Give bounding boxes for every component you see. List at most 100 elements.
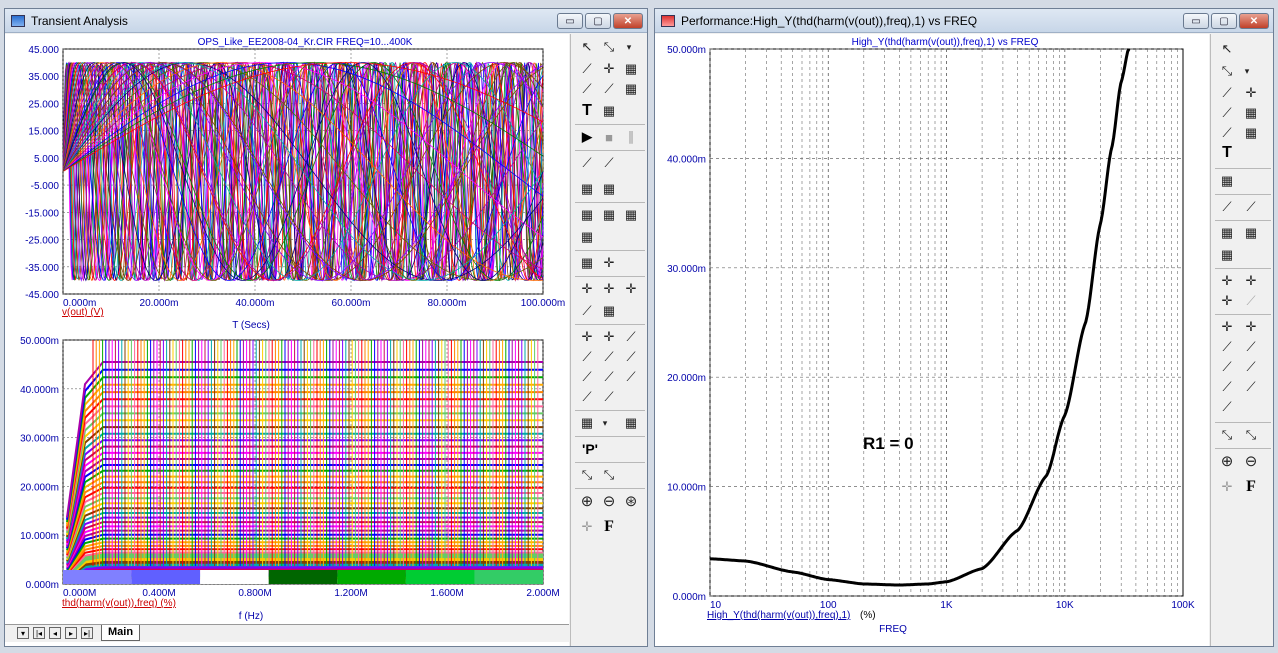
cursor-icon-3[interactable]: ✛ — [1217, 292, 1237, 310]
cursor-icon[interactable]: ✛ — [1217, 272, 1237, 290]
close-button[interactable]: ✕ — [1239, 13, 1269, 29]
cursor-icon-2[interactable]: ✛ — [1241, 272, 1261, 290]
valley-icon[interactable]: ⟋ — [577, 348, 597, 366]
stop-icon[interactable]: ■ — [599, 128, 619, 146]
valley-icon-3[interactable]: ⟋ — [621, 348, 641, 366]
trace-icon-2[interactable]: ✛ — [1241, 84, 1261, 102]
chevron-down-icon[interactable]: ▾ — [1237, 62, 1257, 80]
high-low-icon-2[interactable]: ⟋ — [599, 388, 619, 406]
zoom-fit-icon[interactable]: ⊛ — [621, 492, 641, 510]
hgrid-icon[interactable]: ▦ — [1241, 224, 1261, 242]
x-scale-icon[interactable]: ⤡ — [577, 466, 597, 484]
tab-nav-menu[interactable]: ▾ — [17, 627, 29, 639]
performance-plot[interactable]: High_Y(thd(harm(v(out)),freq),1) vs FREQ… — [655, 34, 1209, 646]
transient-title-bar[interactable]: Transient Analysis ▭ ▢ ✕ — [5, 9, 647, 33]
bottom-trace-label[interactable]: thd(harm(v(out)),freq) (%) — [62, 598, 176, 609]
table-icon[interactable]: ▦ — [621, 414, 641, 432]
zoom-in-icon[interactable]: ⊕ — [1217, 452, 1237, 470]
grid-fine-icon[interactable]: ▦ — [599, 180, 619, 198]
chevron-down-icon[interactable]: ▾ — [619, 38, 639, 56]
cursor-icon[interactable]: ✛ — [577, 280, 597, 298]
line-icon[interactable]: ⟋ — [577, 154, 597, 172]
vgrid-icon[interactable]: ▦ — [577, 206, 597, 224]
trace-icon[interactable]: ⟋ — [1217, 84, 1237, 102]
text-tool-icon[interactable]: T — [1217, 144, 1237, 162]
transient-plots[interactable]: OPS_Like_EE2008-04_Kr.CIR FREQ=10...400K… — [5, 34, 569, 624]
chevron-down-icon[interactable]: ▾ — [595, 414, 615, 432]
peak-icon-3[interactable]: ⟋ — [621, 328, 641, 346]
step-icon[interactable]: ⟋ — [577, 80, 597, 98]
performance-trace-label[interactable]: High_Y(thd(harm(v(out)),freq),1) — [707, 610, 850, 621]
slope-icon[interactable]: ⟋ — [577, 368, 597, 386]
waveform-icon-2[interactable]: ▦ — [599, 302, 619, 320]
line-icon[interactable]: ⟋ — [1217, 198, 1237, 216]
font-icon[interactable]: F — [1241, 478, 1261, 496]
performance-annotation[interactable]: R1 = 0 — [863, 434, 914, 453]
x-scale-icon[interactable]: ⤡ — [1217, 426, 1237, 444]
step-icon-3[interactable]: ⟋ — [1217, 124, 1237, 142]
step-icon-2[interactable]: ▦ — [1241, 104, 1261, 122]
line-points-icon[interactable]: ⟋ — [599, 154, 619, 172]
select-arrow-icon[interactable]: ↖ — [577, 38, 597, 56]
dotgrid-icon[interactable]: ▦ — [1217, 246, 1237, 264]
dotgrid-icon[interactable]: ▦ — [621, 206, 641, 224]
zoom-in-icon[interactable]: ⊕ — [577, 492, 597, 510]
peak-icon-2[interactable]: ✛ — [599, 328, 619, 346]
waveform-icon[interactable]: ⟋ — [1241, 292, 1261, 310]
tab-nav-last[interactable]: ▸| — [81, 627, 93, 639]
y-scale-icon[interactable]: ⤡ — [1241, 426, 1261, 444]
close-button[interactable]: ✕ — [613, 13, 643, 29]
peak-icon[interactable]: ✛ — [577, 328, 597, 346]
step-icon-3[interactable]: ▦ — [621, 80, 641, 98]
cursor-icon-2[interactable]: ✛ — [599, 280, 619, 298]
tracker-icon[interactable]: ✛ — [599, 254, 619, 272]
color-wheel-icon[interactable]: ✛ — [1217, 478, 1237, 496]
text-tool-icon[interactable]: T — [577, 102, 597, 120]
properties-icon[interactable]: ▦ — [1217, 172, 1237, 190]
vgrid-icon[interactable]: ▦ — [1217, 224, 1237, 242]
tab-main[interactable]: Main — [101, 625, 141, 641]
trace-icon-3[interactable]: ▦ — [621, 60, 641, 78]
maximize-button[interactable]: ▢ — [1211, 13, 1237, 29]
axis-icon[interactable]: ▦ — [577, 254, 597, 272]
cube-icon[interactable]: ▦ — [577, 414, 597, 432]
slope-icon[interactable]: ⟋ — [1217, 358, 1237, 376]
high-low-icon-2[interactable]: ⟋ — [1241, 378, 1261, 396]
zoom-out-icon[interactable]: ⊖ — [599, 492, 619, 510]
cursor-icon-3[interactable]: ✛ — [621, 280, 641, 298]
font-icon[interactable]: F — [599, 518, 619, 536]
zoom-out-icon[interactable]: ⊖ — [1241, 452, 1261, 470]
grid-icon[interactable]: ▦ — [577, 180, 597, 198]
trace-icon[interactable]: ⟋ — [577, 60, 597, 78]
waveform-icon[interactable]: ⟋ — [577, 302, 597, 320]
run-icon[interactable]: ▶ — [577, 128, 597, 146]
minimize-button[interactable]: ▭ — [1183, 13, 1209, 29]
step-icon[interactable]: ⟋ — [1217, 104, 1237, 122]
hgrid-icon[interactable]: ▦ — [599, 206, 619, 224]
tab-nav-first[interactable]: |◂ — [33, 627, 45, 639]
slope-icon-2[interactable]: ⟋ — [1241, 358, 1261, 376]
scale-icon[interactable]: ⤡ — [1217, 62, 1237, 80]
y-scale-icon[interactable]: ⤡ — [599, 466, 619, 484]
tab-nav-next[interactable]: ▸ — [65, 627, 77, 639]
tab-nav-prev[interactable]: ◂ — [49, 627, 61, 639]
slope-icon-2[interactable]: ⟋ — [599, 368, 619, 386]
valley-icon-2[interactable]: ⟋ — [599, 348, 619, 366]
slope-icon-3[interactable]: ⟋ — [621, 368, 641, 386]
color-wheel-icon[interactable]: ✛ — [577, 518, 597, 536]
performance-title-bar[interactable]: Performance:High_Y(thd(harm(v(out)),freq… — [655, 9, 1273, 33]
high-low-icon[interactable]: ⟋ — [577, 388, 597, 406]
maximize-button[interactable]: ▢ — [585, 13, 611, 29]
peak-icon[interactable]: ✛ — [1217, 318, 1237, 336]
select-arrow-icon[interactable]: ↖ — [1217, 40, 1237, 58]
high-low-icon-3[interactable]: ⟋ — [1217, 398, 1237, 416]
step-icon-2[interactable]: ⟋ — [599, 80, 619, 98]
top-trace-label[interactable]: v(out) (V) — [62, 307, 104, 318]
minimize-button[interactable]: ▭ — [557, 13, 583, 29]
scale-icon[interactable]: ⤡ — [599, 38, 619, 56]
step-icon-4[interactable]: ▦ — [1241, 124, 1261, 142]
peak-icon-2[interactable]: ✛ — [1241, 318, 1261, 336]
properties-icon[interactable]: ▦ — [599, 102, 619, 120]
pause-icon[interactable]: ∥ — [621, 128, 641, 146]
minor-grid-icon[interactable]: ▦ — [577, 228, 597, 246]
